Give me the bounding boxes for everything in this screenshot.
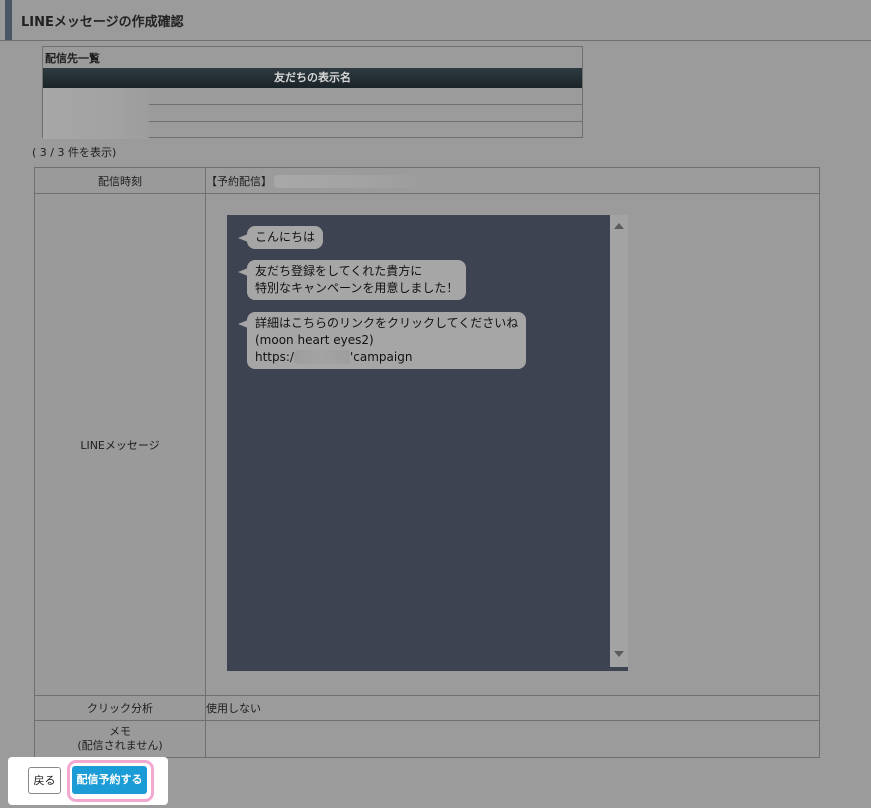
message-line: 特別なキャンペーンを用意しました！ (255, 280, 459, 295)
redacted-name (43, 105, 149, 122)
schedule-value: 【予約配信】 (206, 174, 272, 188)
message-bubble: 詳細はこちらのリンクをクリックしてくださいね (moon heart eyes2… (237, 311, 527, 369)
message-url-line: https:/ 'campaign (255, 349, 518, 366)
message-line: こんにちは (255, 229, 316, 244)
redacted-name (43, 88, 149, 105)
scroll-up-arrow-icon[interactable] (614, 222, 624, 229)
redacted-name (43, 122, 149, 139)
message-bubble: 友だち登録をしてくれた貴方に 特別なキャンペーンを用意しました！ (237, 259, 467, 300)
header-accent-bar (5, 0, 12, 40)
message-line: 詳細はこちらのリンクをクリックしてくださいね (255, 315, 519, 330)
back-button[interactable]: 戻る (28, 767, 61, 794)
page-title: LINEメッセージの作成確認 (21, 15, 184, 30)
recipients-title: 配信先一覧 (45, 52, 100, 65)
message-row: LINEメッセージ こんにちは 友だち登録をしてくれた貴方に 特別なキャンペーン… (34, 193, 820, 696)
memo-value (205, 720, 820, 758)
url-suffix: 'campaign (349, 349, 413, 364)
message-line: 友だち登録をしてくれた貴方に (255, 263, 423, 278)
memo-label-note: (配信されません) (77, 739, 163, 752)
memo-label-line: メモ (109, 725, 131, 738)
message-preview-cell: こんにちは 友だち登録をしてくれた貴方に 特別なキャンペーンを用意しました！ 詳… (205, 193, 820, 696)
action-bar: 戻る 配信予約する (8, 757, 168, 805)
preview-scrollbar[interactable] (610, 214, 628, 667)
recipient-row (43, 122, 582, 139)
scroll-down-arrow-icon[interactable] (614, 650, 624, 657)
url-prefix: https:/ (255, 349, 294, 364)
message-detail-table: 配信時刻 【予約配信】 LINEメッセージ こんにちは 友だち登録をしてくれた貴… (34, 167, 820, 758)
recipient-row (43, 88, 582, 105)
message-bubble: こんにちは (237, 225, 324, 249)
recipient-row (43, 105, 582, 122)
page-header: LINEメッセージの作成確認 (0, 0, 871, 41)
recipients-table: 配信先一覧 友だちの表示名 (42, 46, 583, 139)
redacted-url (293, 350, 350, 364)
message-preview[interactable]: こんにちは 友だち登録をしてくれた貴方に 特別なキャンペーンを用意しました！ 詳… (227, 214, 628, 671)
message-line: (moon heart eyes2) (255, 332, 374, 347)
schedule-value-cell: 【予約配信】 (205, 167, 820, 194)
schedule-delivery-button[interactable]: 配信予約する (72, 766, 147, 794)
schedule-label: 配信時刻 (34, 167, 206, 194)
click-analysis-label: クリック分析 (34, 695, 206, 721)
message-label: LINEメッセージ (34, 193, 206, 696)
memo-label: メモ (配信されません) (34, 720, 206, 758)
redacted-datetime (274, 175, 417, 188)
click-analysis-value: 使用しない (205, 695, 820, 721)
click-analysis-row: クリック分析 使用しない (34, 695, 820, 721)
result-count: ( 3 / 3 件を表示) (32, 146, 117, 159)
memo-row: メモ (配信されません) (34, 720, 820, 758)
schedule-row: 配信時刻 【予約配信】 (34, 167, 820, 194)
column-header-display-name: 友だちの表示名 (43, 68, 582, 88)
